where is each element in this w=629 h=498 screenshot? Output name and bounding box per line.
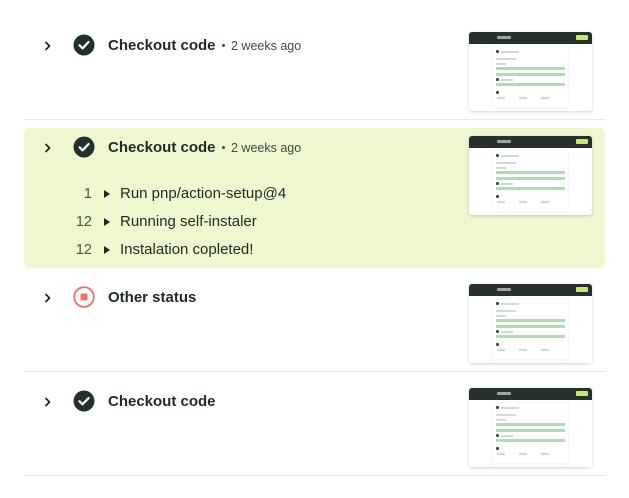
run-thumbnail[interactable] xyxy=(469,32,592,111)
step-text: Running self-instaler xyxy=(120,213,257,230)
log-step[interactable]: 12 Running self-instaler xyxy=(24,212,324,232)
run-timestamp: 2 weeks ago xyxy=(222,141,301,155)
step-text: Instalation copleted! xyxy=(120,241,254,258)
chevron-right-icon[interactable] xyxy=(42,40,54,52)
chevron-right-icon[interactable] xyxy=(42,396,54,408)
play-triangle-icon[interactable] xyxy=(104,246,110,254)
run-title: Checkout code xyxy=(108,139,216,156)
step-line-number: 12 xyxy=(75,242,92,258)
chevron-right-icon[interactable] xyxy=(42,142,54,154)
run-row[interactable]: Checkout code xyxy=(24,386,605,476)
play-triangle-icon[interactable] xyxy=(104,190,110,198)
chevron-right-icon[interactable] xyxy=(42,292,54,304)
run-title: Other status xyxy=(108,289,197,306)
log-step[interactable]: 12 Instalation copleted! xyxy=(24,240,324,260)
run-thumbnail[interactable] xyxy=(469,136,592,215)
step-line-number: 12 xyxy=(75,214,92,230)
run-thumbnail[interactable] xyxy=(469,284,592,363)
log-step[interactable]: 1 Run pnp/action-setup@4 xyxy=(24,184,324,204)
step-line-number: 1 xyxy=(83,186,92,202)
run-thumbnail[interactable] xyxy=(469,388,592,467)
check-circle-icon xyxy=(73,34,95,56)
run-row[interactable]: Other status xyxy=(24,282,605,372)
check-circle-icon xyxy=(73,136,95,158)
run-timestamp: 2 weeks ago xyxy=(222,39,301,53)
run-title: Checkout code xyxy=(108,37,216,54)
run-row-expanded[interactable]: Checkout code 2 weeks ago 1 Run pnp/acti… xyxy=(24,128,605,268)
check-circle-icon xyxy=(73,390,95,412)
play-triangle-icon[interactable] xyxy=(104,218,110,226)
stop-circle-icon xyxy=(73,286,95,308)
run-row[interactable]: Checkout code 2 weeks ago xyxy=(24,30,605,120)
step-text: Run pnp/action-setup@4 xyxy=(120,185,287,202)
run-title: Checkout code xyxy=(108,393,216,410)
